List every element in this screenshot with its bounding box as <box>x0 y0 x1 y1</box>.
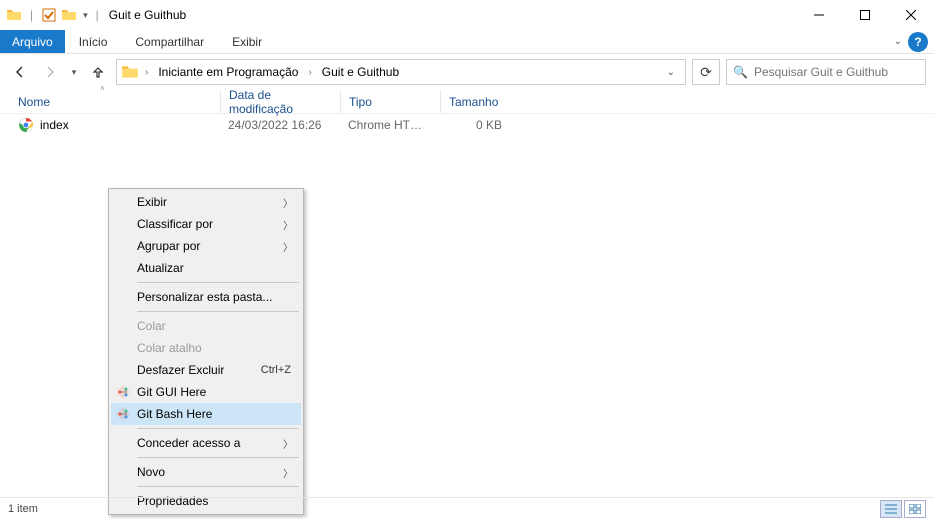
file-type: Chrome HTML Do... <box>340 118 440 132</box>
sort-indicator-icon: ˄ <box>100 84 105 93</box>
icons-view-button[interactable] <box>904 500 926 518</box>
menu-git-gui[interactable]: Git GUI Here <box>111 381 301 403</box>
menu-paste-shortcut: Colar atalho <box>111 337 301 359</box>
menu-new[interactable]: Novo〉 <box>111 461 301 483</box>
column-modified[interactable]: Data de modificação <box>220 90 340 113</box>
up-button[interactable] <box>86 60 110 84</box>
menu-group[interactable]: Agrupar por〉 <box>111 235 301 257</box>
menu-separator <box>137 428 299 429</box>
minimize-button[interactable] <box>796 0 842 30</box>
git-icon <box>115 384 131 400</box>
address-dropdown-icon[interactable]: ⌄ <box>667 67 681 78</box>
window-controls <box>796 0 934 30</box>
window-title: Guit e Guithub <box>109 8 186 22</box>
item-count: 1 item <box>8 503 38 515</box>
tab-share[interactable]: Compartilhar <box>121 30 218 53</box>
close-button[interactable] <box>888 0 934 30</box>
chevron-right-icon: 〉 <box>283 217 293 232</box>
forward-button[interactable] <box>38 60 62 84</box>
separator: | <box>30 8 33 22</box>
maximize-button[interactable] <box>842 0 888 30</box>
titlebar: | ▾ | Guit e Guithub <box>0 0 934 30</box>
properties-qat-icon[interactable] <box>41 7 57 23</box>
help-button[interactable]: ? <box>908 32 928 52</box>
chevron-right-icon[interactable]: › <box>306 67 313 78</box>
separator: | <box>96 8 99 22</box>
address-bar[interactable]: › Iniciante em Programação › Guit e Guit… <box>116 59 686 85</box>
details-view-button[interactable] <box>880 500 902 518</box>
column-size[interactable]: Tamanho <box>440 90 510 113</box>
refresh-button[interactable]: ⟳ <box>692 59 720 85</box>
back-button[interactable] <box>8 60 32 84</box>
breadcrumb-segment[interactable]: Guit e Guithub <box>318 63 403 81</box>
chevron-right-icon: 〉 <box>283 465 293 480</box>
file-tab[interactable]: Arquivo <box>0 30 65 53</box>
folder-icon <box>6 7 22 23</box>
git-icon <box>115 406 131 422</box>
chevron-right-icon: 〉 <box>283 195 293 210</box>
quick-access-toolbar: | ▾ | <box>0 7 103 23</box>
navigation-bar: ▾ › Iniciante em Programação › Guit e Gu… <box>0 54 934 90</box>
shortcut-label: Ctrl+Z <box>261 364 291 376</box>
tab-view[interactable]: Exibir <box>218 30 276 53</box>
menu-undo-delete[interactable]: Desfazer ExcluirCtrl+Z <box>111 359 301 381</box>
view-buttons <box>880 500 926 518</box>
menu-view[interactable]: Exibir〉 <box>111 191 301 213</box>
search-input[interactable] <box>754 65 919 79</box>
search-icon: 🔍 <box>733 65 748 79</box>
tab-home[interactable]: Início <box>65 30 122 53</box>
column-type[interactable]: Tipo <box>340 90 440 113</box>
menu-separator <box>137 457 299 458</box>
column-name[interactable]: Nome <box>10 90 220 113</box>
menu-customize-folder[interactable]: Personalizar esta pasta... <box>111 286 301 308</box>
chevron-right-icon: 〉 <box>283 436 293 451</box>
qat-dropdown-icon[interactable]: ▾ <box>83 10 88 21</box>
ribbon: Arquivo Início Compartilhar Exibir ⌄ ? <box>0 30 934 54</box>
menu-sort[interactable]: Classificar por〉 <box>111 213 301 235</box>
file-list: index 24/03/2022 16:26 Chrome HTML Do...… <box>0 114 934 136</box>
chrome-icon <box>18 117 34 133</box>
breadcrumb-segment[interactable]: Iniciante em Programação <box>154 63 302 81</box>
menu-separator <box>137 486 299 487</box>
menu-separator <box>137 282 299 283</box>
column-headers: ˄ Nome Data de modificação Tipo Tamanho <box>0 90 934 114</box>
recent-dropdown-icon[interactable]: ▾ <box>68 60 80 84</box>
file-row[interactable]: index 24/03/2022 16:26 Chrome HTML Do...… <box>0 114 934 136</box>
chevron-right-icon: 〉 <box>283 239 293 254</box>
file-modified: 24/03/2022 16:26 <box>220 118 340 132</box>
status-bar: 1 item <box>0 497 934 519</box>
context-menu: Exibir〉 Classificar por〉 Agrupar por〉 At… <box>108 188 304 515</box>
folder-qat-icon[interactable] <box>61 7 77 23</box>
chevron-right-icon[interactable]: › <box>143 67 150 78</box>
file-name: index <box>40 118 69 132</box>
menu-paste: Colar <box>111 315 301 337</box>
menu-separator <box>137 311 299 312</box>
search-box[interactable]: 🔍 <box>726 59 926 85</box>
menu-refresh[interactable]: Atualizar <box>111 257 301 279</box>
folder-icon <box>121 63 139 81</box>
file-size: 0 KB <box>440 118 510 132</box>
menu-grant-access[interactable]: Conceder acesso a〉 <box>111 432 301 454</box>
menu-git-bash[interactable]: Git Bash Here <box>111 403 301 425</box>
ribbon-expand-icon[interactable]: ⌄ <box>894 36 902 47</box>
